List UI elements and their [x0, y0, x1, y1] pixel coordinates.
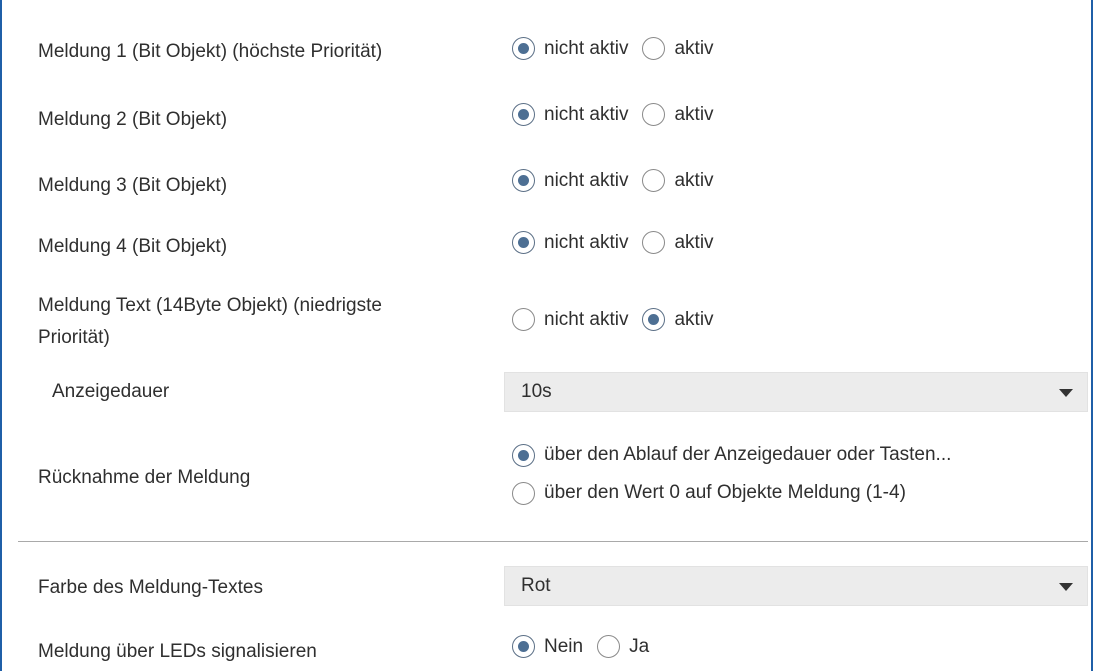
- meldung-4-option-nicht-aktiv[interactable]: nicht aktiv: [512, 231, 628, 254]
- meldung-3-option-nicht-aktiv-label: nicht aktiv: [544, 169, 629, 191]
- meldung-1-option-aktiv-label: aktiv: [674, 37, 714, 59]
- ruecknahme-option-wert-0-label: über den Wert 0 auf Objekte Meldung (1-4…: [544, 482, 906, 503]
- ruecknahme-option-ablauf[interactable]: über den Ablauf der Anzeigedauer oder Ta…: [512, 436, 951, 474]
- anzeigedauer-select[interactable]: 10s: [504, 372, 1088, 412]
- ruecknahme-label: Rücknahme der Meldung: [38, 467, 251, 488]
- meldung-2-option-aktiv[interactable]: aktiv: [642, 103, 714, 126]
- meldung-3-option-aktiv[interactable]: aktiv: [642, 169, 714, 192]
- dialog-frame: Meldung 1 (Bit Objekt) (höchste Prioritä…: [0, 0, 1093, 671]
- radio-unchecked-icon[interactable]: [642, 37, 666, 60]
- meldung-text-option-nicht-aktiv-label: nicht aktiv: [544, 308, 629, 330]
- ruecknahme-option-wert-0[interactable]: über den Wert 0 auf Objekte Meldung (1-4…: [512, 474, 951, 512]
- leds-radio-group: Nein Ja: [512, 635, 663, 658]
- meldung-text-option-aktiv-label: aktiv: [674, 308, 714, 330]
- farbe-select[interactable]: Rot: [504, 566, 1088, 606]
- radio-unchecked-icon[interactable]: [597, 635, 621, 658]
- meldung-2-option-aktiv-label: aktiv: [674, 103, 714, 125]
- meldung-2-radio-group: nicht aktiv aktiv: [512, 103, 728, 126]
- ruecknahme-radio-group: über den Ablauf der Anzeigedauer oder Ta…: [512, 436, 951, 512]
- chevron-down-icon[interactable]: [1059, 583, 1073, 591]
- meldung-4-option-nicht-aktiv-label: nicht aktiv: [544, 231, 629, 253]
- anzeigedauer-select-value: 10s: [521, 381, 552, 402]
- radio-checked-icon[interactable]: [512, 231, 535, 254]
- meldung-3-label: Meldung 3 (Bit Objekt): [38, 175, 228, 196]
- meldung-text-option-nicht-aktiv[interactable]: nicht aktiv: [512, 308, 628, 331]
- meldung-1-option-aktiv[interactable]: aktiv: [642, 37, 714, 60]
- radio-checked-icon[interactable]: [512, 169, 535, 192]
- meldung-2-label: Meldung 2 (Bit Objekt): [38, 109, 228, 130]
- radio-checked-icon[interactable]: [512, 37, 535, 60]
- leds-option-ja[interactable]: Ja: [597, 635, 649, 658]
- chevron-down-icon[interactable]: [1059, 389, 1073, 397]
- meldung-text-label-line-1: Meldung Text (14Byte Objekt) (niedrigste: [38, 295, 382, 316]
- farbe-label: Farbe des Meldung-Textes: [38, 577, 263, 598]
- meldung-1-label: Meldung 1 (Bit Objekt) (höchste Prioritä…: [38, 41, 383, 62]
- leds-option-nein-label: Nein: [544, 635, 584, 657]
- ruecknahme-option-ablauf-label: über den Ablauf der Anzeigedauer oder Ta…: [544, 444, 952, 465]
- meldung-1-option-nicht-aktiv[interactable]: nicht aktiv: [512, 37, 628, 60]
- meldung-3-option-nicht-aktiv[interactable]: nicht aktiv: [512, 169, 628, 192]
- radio-unchecked-icon[interactable]: [642, 169, 666, 192]
- meldung-1-option-nicht-aktiv-label: nicht aktiv: [544, 37, 629, 59]
- leds-option-nein[interactable]: Nein: [512, 635, 583, 658]
- meldung-4-radio-group: nicht aktiv aktiv: [512, 231, 728, 254]
- meldung-2-option-nicht-aktiv-label: nicht aktiv: [544, 103, 629, 125]
- meldung-text-label-line-2: Priorität): [38, 327, 110, 348]
- meldung-1-radio-group: nicht aktiv aktiv: [512, 37, 728, 60]
- meldung-text-option-aktiv[interactable]: aktiv: [642, 308, 714, 331]
- farbe-select-value: Rot: [521, 575, 551, 596]
- radio-checked-icon[interactable]: [512, 443, 535, 467]
- meldung-2-option-nicht-aktiv[interactable]: nicht aktiv: [512, 103, 628, 126]
- meldung-4-label: Meldung 4 (Bit Objekt): [38, 236, 228, 257]
- meldung-text-radio-group: nicht aktiv aktiv: [512, 308, 728, 331]
- leds-label: Meldung über LEDs signalisieren: [38, 641, 317, 662]
- leds-option-ja-label: Ja: [629, 635, 650, 657]
- meldung-4-option-aktiv[interactable]: aktiv: [642, 231, 714, 254]
- radio-unchecked-icon[interactable]: [512, 308, 535, 331]
- meldung-4-option-aktiv-label: aktiv: [674, 231, 714, 253]
- meldung-3-radio-group: nicht aktiv aktiv: [512, 169, 728, 192]
- radio-unchecked-icon[interactable]: [512, 481, 535, 505]
- anzeigedauer-label: Anzeigedauer: [52, 381, 170, 402]
- radio-checked-icon[interactable]: [642, 308, 666, 331]
- radio-checked-icon[interactable]: [512, 103, 535, 126]
- radio-unchecked-icon[interactable]: [642, 231, 666, 254]
- radio-unchecked-icon[interactable]: [642, 103, 666, 126]
- radio-checked-icon[interactable]: [512, 635, 535, 658]
- meldung-3-option-aktiv-label: aktiv: [674, 169, 714, 191]
- section-divider: [18, 541, 1088, 542]
